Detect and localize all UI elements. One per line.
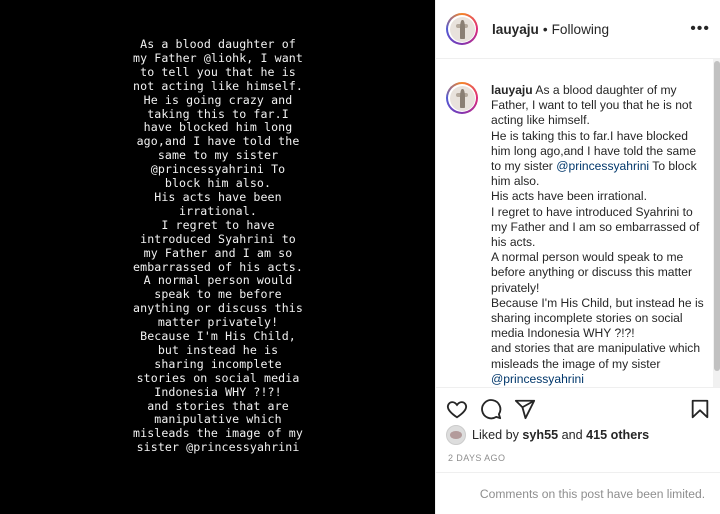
caption-avatar-row bbox=[446, 82, 478, 114]
story-line: introduced Syahrini to bbox=[140, 231, 296, 246]
caption-username[interactable]: lauyaju bbox=[491, 83, 533, 97]
story-line: stories on social media bbox=[136, 370, 300, 385]
comments-limited-notice: Comments on this post have been limited. bbox=[436, 472, 720, 514]
story-line: and stories that are bbox=[147, 398, 289, 413]
story-line: matter privately! bbox=[157, 315, 279, 330]
comments-area[interactable]: lauyaju As a blood daughter of my Father… bbox=[436, 59, 720, 387]
likes-count[interactable]: 415 others bbox=[586, 428, 649, 442]
avatar-image bbox=[449, 85, 475, 111]
post-image: As a blood daughter of my Father @liohk, … bbox=[0, 0, 435, 514]
bookmark-icon[interactable] bbox=[689, 398, 711, 420]
separator-dot: • bbox=[542, 21, 548, 37]
caption-avatar[interactable] bbox=[446, 82, 478, 114]
header-username[interactable]: lauyaju bbox=[492, 22, 539, 37]
story-line: speak to me before bbox=[154, 287, 282, 302]
mention-link[interactable]: @princessyahrini bbox=[556, 159, 649, 173]
story-line: my Father and I am so bbox=[143, 245, 293, 260]
scrollbar[interactable] bbox=[713, 59, 720, 387]
story-line: misleads the image of my bbox=[133, 426, 303, 441]
avatar-image bbox=[449, 16, 475, 42]
more-horizontal-icon[interactable]: ••• bbox=[690, 21, 710, 37]
action-bar bbox=[436, 387, 720, 427]
heart-icon[interactable] bbox=[446, 398, 468, 420]
story-line: same to my sister bbox=[157, 148, 279, 163]
story-line: He is going crazy and bbox=[143, 92, 293, 107]
story-line: ago,and I have told the bbox=[136, 134, 300, 149]
story-line: A normal person would bbox=[143, 273, 293, 288]
caption-line-6: Because I'm His Child, but instead he is… bbox=[491, 295, 704, 341]
story-line: anything or discuss this bbox=[133, 301, 303, 316]
liker-avatar[interactable] bbox=[446, 425, 466, 445]
likes-and: and bbox=[558, 428, 587, 442]
likes-text: Liked by syh55 and 415 others bbox=[472, 428, 649, 442]
comments-limited-text: Comments on this post have been limited. bbox=[479, 486, 706, 501]
post-modal: As a blood daughter of my Father @liohk, … bbox=[0, 0, 720, 514]
caption-line-7: and stories that are manipulative which … bbox=[491, 341, 701, 371]
story-line: to tell you that he is bbox=[140, 64, 296, 79]
scrollbar-thumb[interactable] bbox=[714, 61, 720, 371]
follow-button[interactable]: Following bbox=[552, 22, 609, 37]
story-line: As a blood daughter of bbox=[140, 37, 296, 51]
avatar[interactable] bbox=[446, 13, 478, 45]
story-line: Because I'm His Child, bbox=[140, 329, 296, 344]
story-line: have blocked him long bbox=[143, 120, 293, 135]
story-line: @princessyahrini To bbox=[150, 162, 286, 177]
caption: lauyaju As a blood daughter of my Father… bbox=[491, 83, 707, 387]
caption-line-5: A normal person would speak to me before… bbox=[491, 250, 692, 295]
post-details-panel: lauyaju • Following ••• lauyaju As a blo… bbox=[435, 0, 720, 514]
share-icon[interactable] bbox=[514, 398, 536, 420]
liker-username[interactable]: syh55 bbox=[522, 428, 558, 442]
likes-prefix: Liked by bbox=[472, 428, 523, 442]
story-line: His acts have been bbox=[154, 189, 282, 204]
caption-line-3: His acts have been irrational. bbox=[491, 189, 647, 204]
caption-line-4: I regret to have introduced Syahrini to … bbox=[491, 204, 700, 250]
story-line: sister @princessyahrini bbox=[136, 440, 300, 455]
comment-icon[interactable] bbox=[480, 398, 502, 420]
post-header: lauyaju • Following ••• bbox=[436, 0, 720, 59]
story-text: As a blood daughter of my Father @liohk, … bbox=[103, 37, 333, 455]
mention-link[interactable]: @princessyahrini bbox=[491, 372, 584, 386]
story-line: irrational. bbox=[179, 203, 257, 218]
story-line: I regret to have bbox=[161, 217, 275, 232]
post-timestamp[interactable]: 2 DAYS AGO bbox=[448, 453, 505, 463]
likes-row: Liked by syh55 and 415 others bbox=[446, 425, 649, 445]
story-line: but instead he is bbox=[157, 342, 279, 357]
story-line: block him also. bbox=[164, 176, 272, 191]
story-line: sharing incomplete bbox=[154, 356, 282, 371]
story-line: manipulative which bbox=[154, 412, 282, 427]
story-line: embarrassed of his acts. bbox=[133, 259, 303, 274]
story-line: my Father @liohk, I want bbox=[133, 50, 303, 65]
story-line: Indonesia WHY ?!?! bbox=[154, 384, 282, 399]
story-line: taking this to far.I bbox=[147, 106, 289, 121]
story-line: not acting like himself. bbox=[133, 78, 303, 93]
